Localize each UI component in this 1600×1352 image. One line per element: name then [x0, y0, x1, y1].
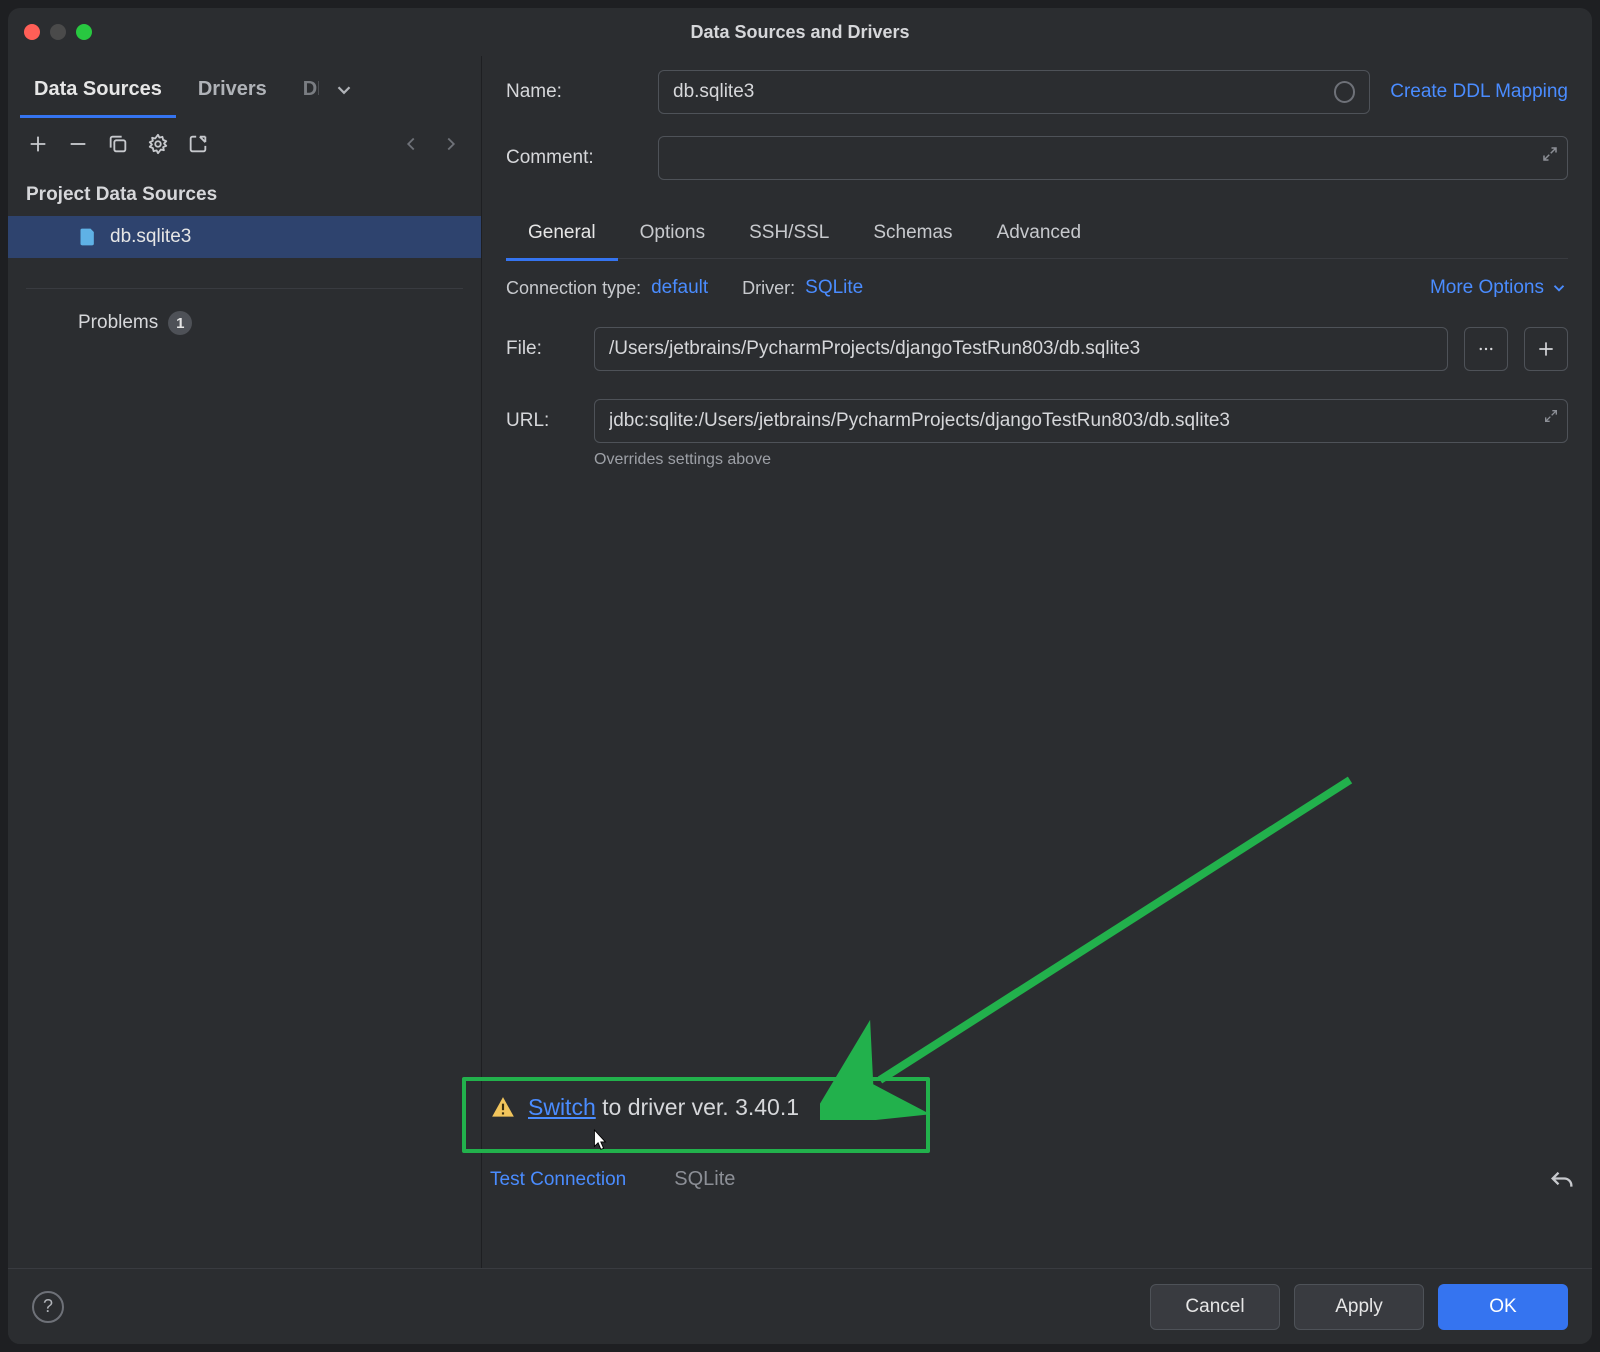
problems-count-badge: 1 — [168, 311, 192, 335]
connection-type-value[interactable]: default — [651, 277, 708, 299]
switch-driver-notice: Switch to driver ver. 3.40.1 — [490, 1094, 799, 1121]
more-options-label: More Options — [1430, 277, 1544, 299]
url-input[interactable] — [609, 410, 1553, 432]
undo-icon[interactable] — [1548, 1168, 1576, 1201]
comment-input[interactable] — [673, 147, 1553, 169]
sidebar: Data Sources Drivers DDL Mappings Projec… — [8, 56, 482, 1344]
connection-row: Connection type: default Driver: SQLite … — [506, 259, 1568, 311]
url-label: URL: — [506, 410, 578, 432]
tab-advanced[interactable]: Advanced — [975, 208, 1104, 258]
window-controls — [24, 24, 92, 40]
connection-type-label: Connection type: — [506, 278, 641, 299]
main-tabs: General Options SSH/SSL Schemas Advanced — [506, 208, 1568, 259]
file-input[interactable] — [609, 338, 1433, 360]
file-label: File: — [506, 338, 578, 360]
cancel-button[interactable]: Cancel — [1150, 1284, 1280, 1330]
problems-row[interactable]: Problems 1 — [8, 299, 481, 347]
minimize-window-icon — [50, 24, 66, 40]
zoom-window-icon[interactable] — [76, 24, 92, 40]
url-row: URL: — [506, 399, 1568, 443]
sidebar-toolbar — [8, 118, 481, 170]
file-row: File: — [506, 327, 1568, 371]
gear-icon[interactable] — [142, 128, 174, 160]
help-icon[interactable]: ? — [32, 1291, 64, 1323]
file-field[interactable] — [594, 327, 1448, 371]
switch-text: to driver ver. 3.40.1 — [596, 1094, 799, 1120]
main-panel: Name: Create DDL Mapping Comment: Genera… — [482, 56, 1592, 1344]
tab-options[interactable]: Options — [618, 208, 727, 258]
comment-field[interactable] — [658, 136, 1568, 180]
dialog-window: Data Sources and Drivers Data Sources Dr… — [8, 8, 1592, 1344]
back-icon[interactable] — [395, 128, 427, 160]
name-input[interactable] — [673, 81, 1334, 103]
sqlite-icon — [78, 227, 98, 247]
dialog-body: Data Sources Drivers DDL Mappings Projec… — [8, 56, 1592, 1344]
comment-label: Comment: — [506, 147, 638, 169]
test-connection-link[interactable]: Test Connection — [490, 1169, 626, 1191]
dialog-footer: ? Cancel Apply OK — [8, 1268, 1592, 1344]
warning-icon — [490, 1095, 516, 1121]
switch-link[interactable]: Switch — [528, 1094, 596, 1120]
export-icon[interactable] — [182, 128, 214, 160]
name-field[interactable] — [658, 70, 1370, 114]
chevron-down-icon[interactable] — [327, 73, 361, 113]
cursor-icon — [588, 1128, 610, 1154]
tab-schemas[interactable]: Schemas — [851, 208, 974, 258]
data-source-item[interactable]: db.sqlite3 — [8, 216, 481, 258]
problems-label: Problems — [78, 312, 158, 334]
apply-button[interactable]: Apply — [1294, 1284, 1424, 1330]
section-label: Project Data Sources — [8, 170, 481, 216]
data-source-label: db.sqlite3 — [110, 226, 191, 248]
name-label: Name: — [506, 81, 638, 103]
dialog-title: Data Sources and Drivers — [8, 22, 1592, 43]
remove-icon[interactable] — [62, 128, 94, 160]
tab-ddl-mappings[interactable]: DDL Mappings — [289, 68, 319, 118]
ok-button[interactable]: OK — [1438, 1284, 1568, 1330]
copy-icon[interactable] — [102, 128, 134, 160]
tab-data-sources[interactable]: Data Sources — [20, 68, 176, 118]
driver-label: Driver: — [742, 278, 795, 299]
driver-name-label: SQLite — [674, 1168, 735, 1191]
titlebar: Data Sources and Drivers — [8, 8, 1592, 56]
create-ddl-mapping-link[interactable]: Create DDL Mapping — [1390, 81, 1568, 103]
add-icon[interactable] — [22, 128, 54, 160]
tab-ssh-ssl[interactable]: SSH/SSL — [727, 208, 851, 258]
divider — [26, 288, 463, 289]
url-hint: Overrides settings above — [594, 451, 1568, 469]
more-options-dropdown[interactable]: More Options — [1430, 277, 1568, 299]
color-ring-icon[interactable] — [1334, 81, 1355, 103]
browse-button[interactable] — [1464, 327, 1508, 371]
sidebar-tabs: Data Sources Drivers DDL Mappings — [8, 56, 481, 118]
tab-general[interactable]: General — [506, 208, 618, 258]
url-field[interactable] — [594, 399, 1568, 443]
create-file-button[interactable] — [1524, 327, 1568, 371]
tab-drivers[interactable]: Drivers — [184, 68, 281, 118]
expand-url-icon[interactable] — [1543, 408, 1559, 429]
expand-icon[interactable] — [1541, 145, 1559, 168]
bottom-links: Test Connection SQLite — [490, 1168, 735, 1191]
close-window-icon[interactable] — [24, 24, 40, 40]
forward-icon[interactable] — [435, 128, 467, 160]
driver-value[interactable]: SQLite — [805, 277, 863, 299]
